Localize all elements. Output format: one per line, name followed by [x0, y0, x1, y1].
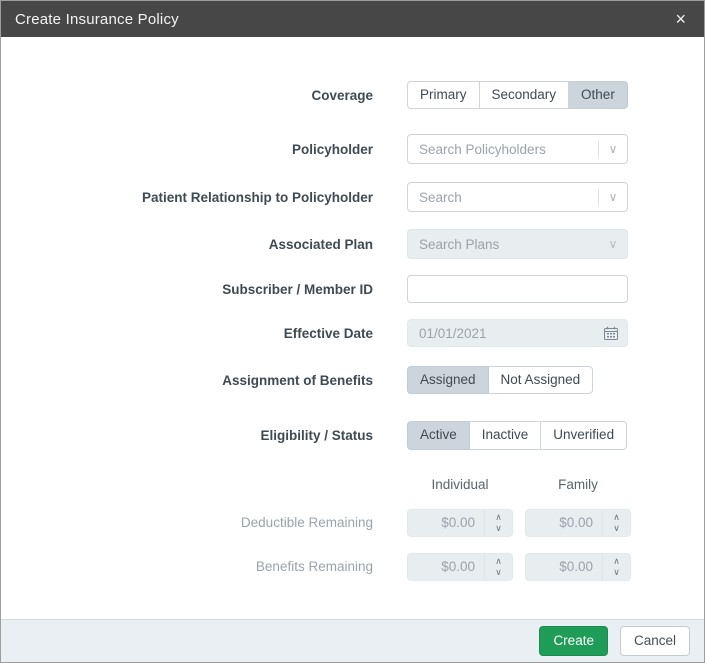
modal-title: Create Insurance Policy: [15, 10, 179, 28]
modal-body: Coverage Primary Secondary Other Policyh…: [1, 37, 704, 619]
deductible-family-input: $0.00 ∧ ∨: [525, 508, 631, 537]
associated-plan-select: Search Plans ∨: [407, 229, 628, 260]
policyholder-label: Policyholder: [291, 141, 373, 157]
spinner-up-icon[interactable]: ∧: [489, 556, 508, 567]
assignment-option-assigned[interactable]: Assigned: [407, 366, 489, 395]
spinner-up-icon[interactable]: ∧: [607, 556, 626, 567]
spinner-buttons: ∧ ∨: [484, 553, 512, 580]
associated-plan-label: Associated Plan: [268, 236, 373, 252]
eligibility-option-inactive[interactable]: Inactive: [469, 421, 542, 450]
policyholder-select[interactable]: Search Policyholders ∨: [407, 134, 628, 165]
chevron-down-icon: ∨: [608, 142, 618, 157]
spinner-up-icon[interactable]: ∧: [607, 512, 626, 523]
eligibility-option-unverified[interactable]: Unverified: [541, 421, 628, 450]
spinner-down-icon[interactable]: ∨: [489, 567, 508, 578]
cancel-button[interactable]: Cancel: [619, 625, 690, 657]
effective-date-input: 01/01/2021: [407, 319, 628, 348]
patient-relationship-select[interactable]: Search ∨: [407, 182, 628, 213]
eligibility-status-label: Eligibility / Status: [260, 427, 373, 443]
patient-relationship-label: Patient Relationship to Policyholder: [141, 189, 373, 205]
coverage-row: Coverage Primary Secondary Other: [1, 81, 664, 110]
create-insurance-policy-modal: Create Insurance Policy × Coverage Prima…: [0, 0, 705, 663]
create-button[interactable]: Create: [539, 625, 608, 657]
policyholder-placeholder: Search Policyholders: [419, 141, 546, 157]
benefits-individual-input: $0.00 ∧ ∨: [407, 552, 513, 581]
deductible-remaining-label: Deductible Remaining: [240, 515, 373, 531]
coverage-option-secondary[interactable]: Secondary: [479, 81, 570, 110]
eligibility-status-row: Eligibility / Status Active Inactive Unv…: [1, 421, 664, 450]
spinner-buttons: ∧ ∨: [484, 509, 512, 536]
benefits-family-input: $0.00 ∧ ∨: [525, 552, 631, 581]
policyholder-row: Policyholder Search Policyholders ∨: [1, 134, 664, 165]
amount-column-headers: Individual Family: [407, 477, 664, 492]
benefits-individual-value: $0.00: [441, 559, 475, 575]
benefits-family-value: $0.00: [559, 559, 593, 575]
individual-column-header: Individual: [431, 476, 489, 492]
family-column-header: Family: [558, 476, 598, 492]
subscriber-id-row: Subscriber / Member ID: [1, 275, 664, 304]
coverage-option-other[interactable]: Other: [569, 81, 628, 110]
spinner-down-icon[interactable]: ∨: [607, 567, 626, 578]
deductible-family-value: $0.00: [559, 515, 593, 531]
coverage-option-primary[interactable]: Primary: [407, 81, 480, 110]
patient-relationship-row: Patient Relationship to Policyholder Sea…: [1, 182, 664, 213]
effective-date-label: Effective Date: [283, 325, 373, 341]
patient-relationship-placeholder: Search: [419, 189, 462, 205]
chevron-down-icon: ∨: [608, 190, 618, 205]
calendar-icon: [604, 326, 618, 341]
close-icon[interactable]: ×: [671, 8, 690, 30]
coverage-label: Coverage: [311, 87, 373, 103]
deductible-remaining-row: Deductible Remaining $0.00 ∧ ∨ $0.00 ∧ ∨: [1, 508, 664, 537]
benefits-remaining-row: Benefits Remaining $0.00 ∧ ∨ $0.00 ∧ ∨: [1, 552, 664, 581]
subscriber-id-label: Subscriber / Member ID: [222, 281, 373, 297]
modal-footer: Create Cancel: [1, 619, 704, 662]
effective-date-value: 01/01/2021: [419, 325, 487, 341]
effective-date-row: Effective Date 01/01/2021: [1, 319, 664, 348]
eligibility-option-active[interactable]: Active: [407, 421, 470, 450]
coverage-segmented-control: Primary Secondary Other: [407, 81, 628, 110]
spinner-down-icon[interactable]: ∨: [489, 523, 508, 534]
chevron-down-icon: ∨: [608, 237, 618, 252]
deductible-individual-input: $0.00 ∧ ∨: [407, 508, 513, 537]
associated-plan-placeholder: Search Plans: [419, 236, 500, 252]
assignment-option-not-assigned[interactable]: Not Assigned: [488, 366, 594, 395]
assignment-of-benefits-label: Assignment of Benefits: [222, 372, 373, 388]
benefits-remaining-label: Benefits Remaining: [255, 559, 373, 575]
spinner-up-icon[interactable]: ∧: [489, 512, 508, 523]
modal-header: Create Insurance Policy ×: [1, 1, 704, 37]
associated-plan-row: Associated Plan Search Plans ∨: [1, 229, 664, 260]
assignment-segmented-control: Assigned Not Assigned: [407, 366, 594, 395]
spinner-buttons: ∧ ∨: [602, 509, 630, 536]
subscriber-id-input[interactable]: [407, 275, 628, 304]
spinner-buttons: ∧ ∨: [602, 553, 630, 580]
deductible-individual-value: $0.00: [441, 515, 475, 531]
assignment-of-benefits-row: Assignment of Benefits Assigned Not Assi…: [1, 366, 664, 395]
eligibility-segmented-control: Active Inactive Unverified: [407, 421, 628, 450]
spinner-down-icon[interactable]: ∨: [607, 523, 626, 534]
